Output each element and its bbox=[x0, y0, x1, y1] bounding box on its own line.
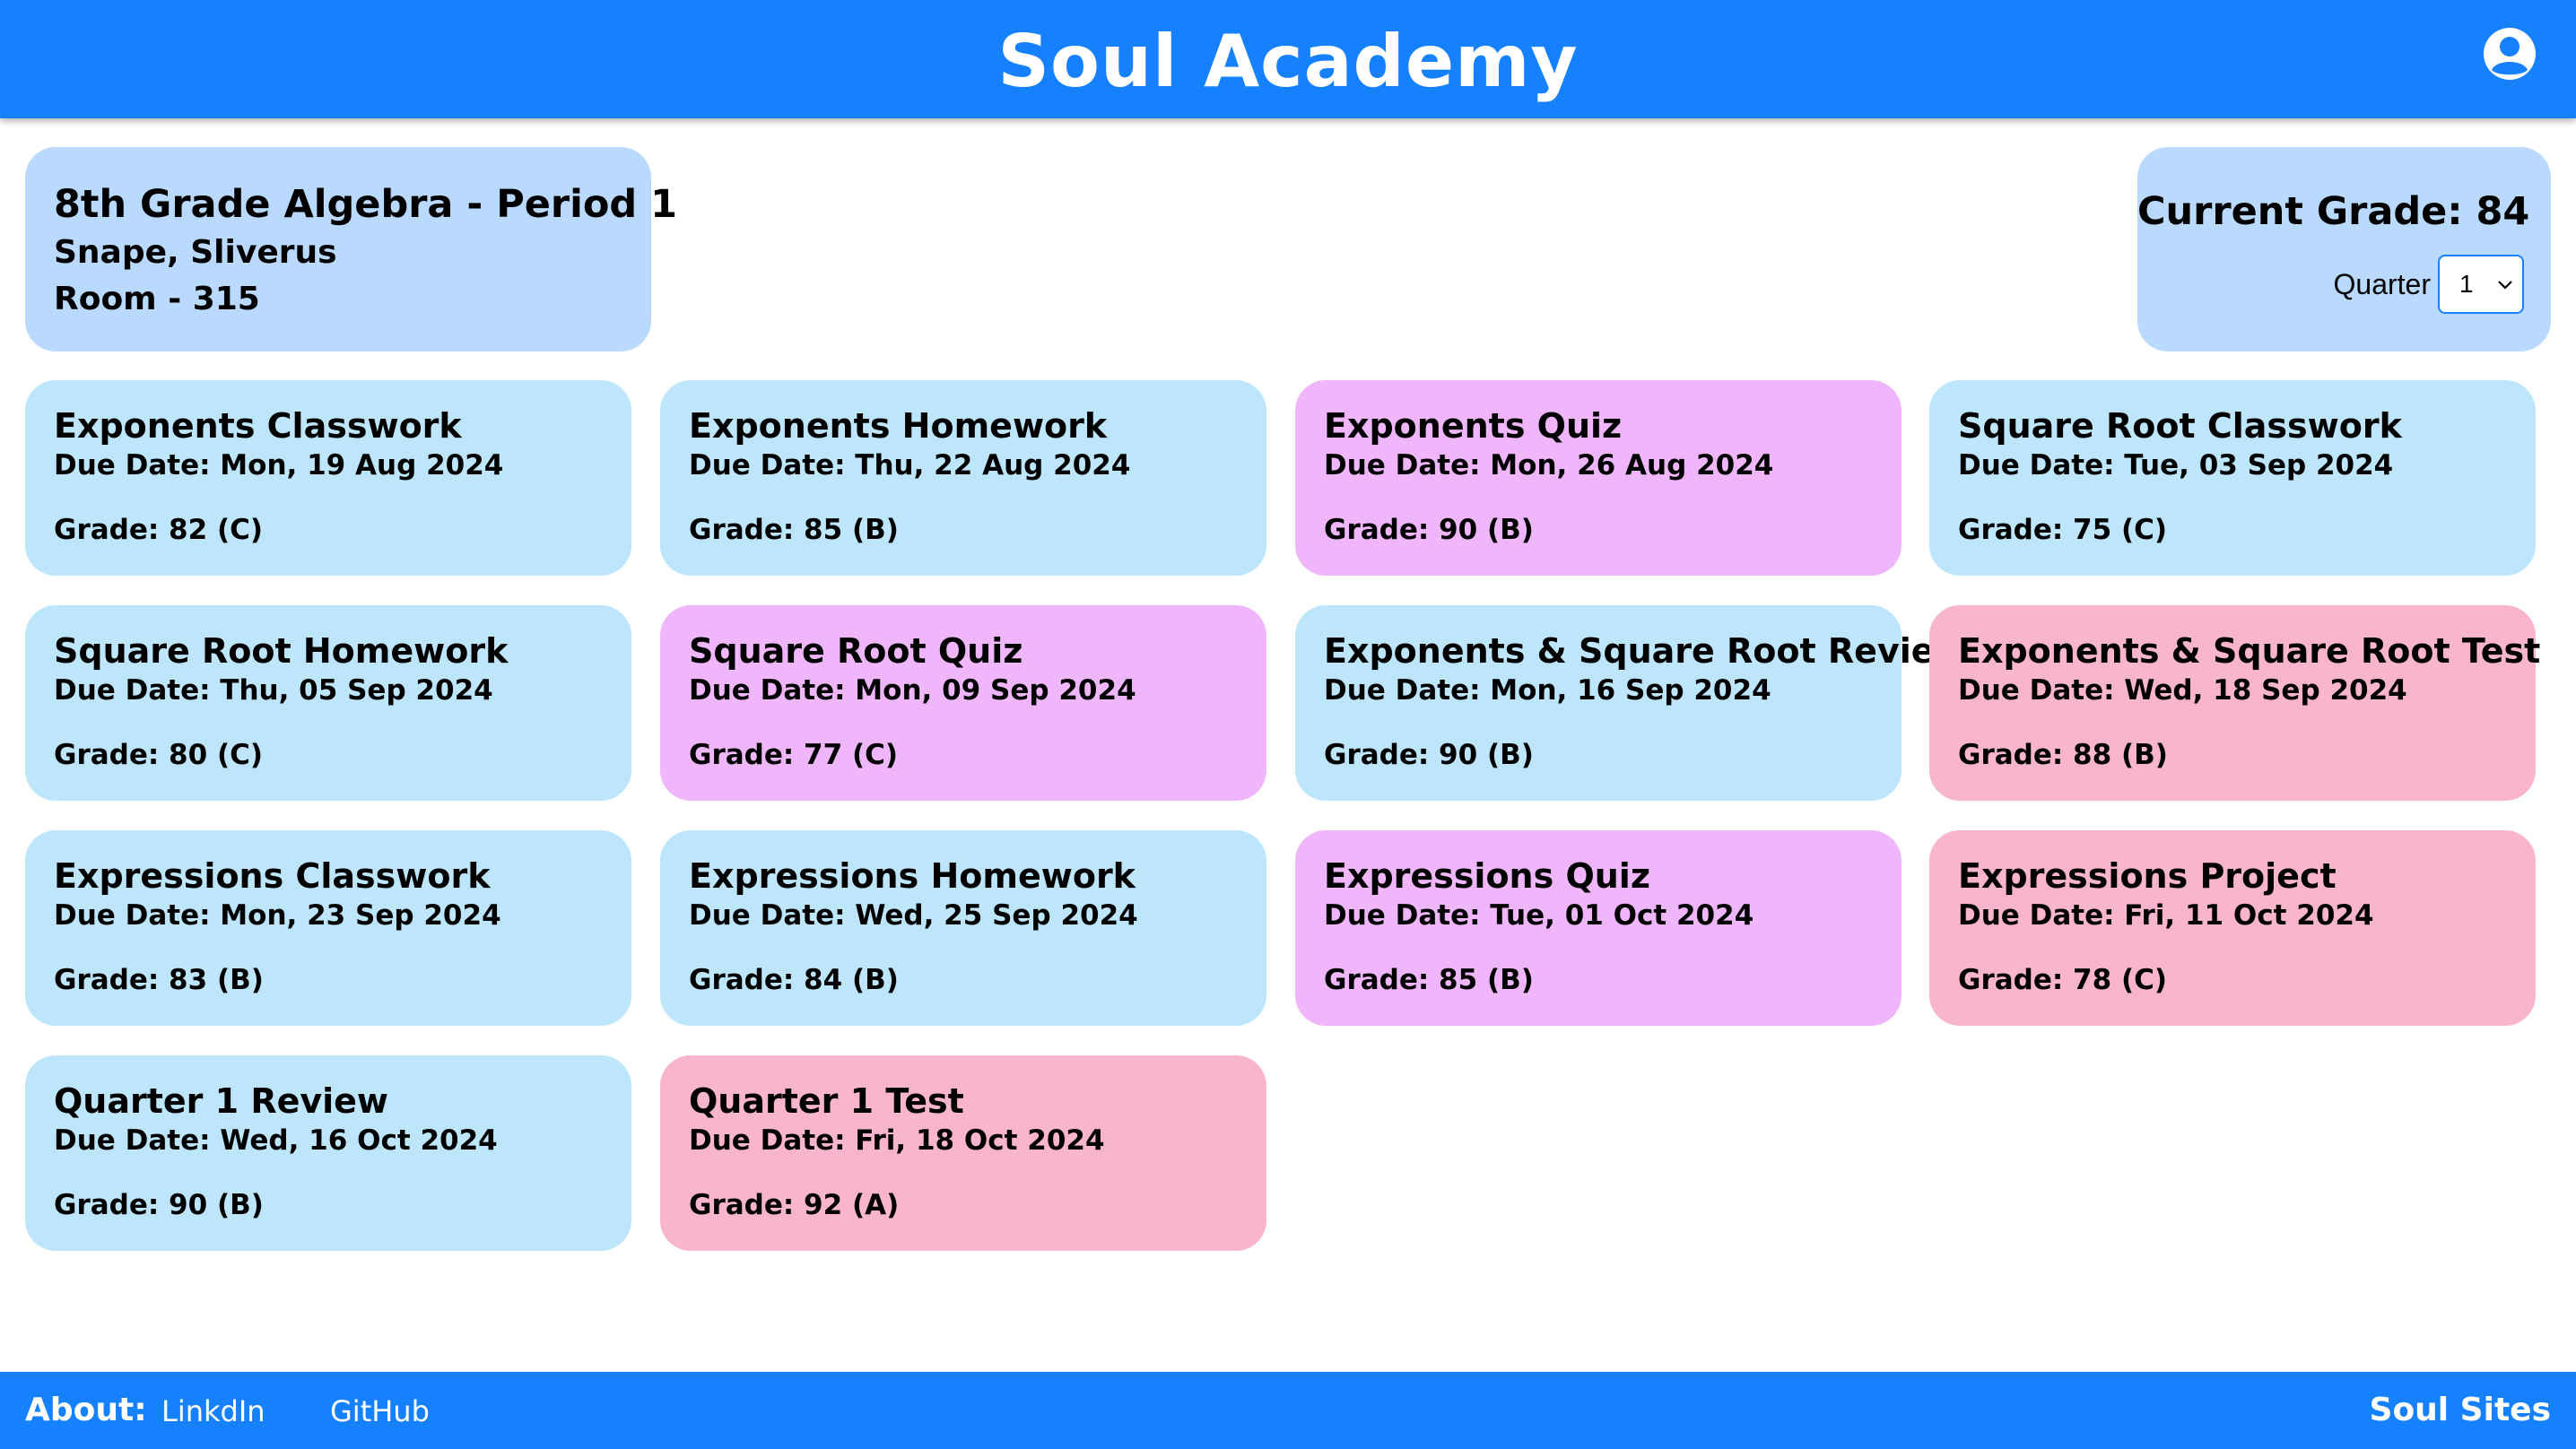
assignment-grade: Grade: 88 (B) bbox=[1958, 739, 2168, 771]
class-info-card: 8th Grade Algebra - Period 1 Snape, Sliv… bbox=[25, 147, 678, 351]
assignment-title: Expressions Project bbox=[1958, 856, 2337, 896]
chevron-down-icon bbox=[2498, 281, 2512, 290]
footer-brand: Soul Sites bbox=[2369, 1392, 2551, 1428]
assignment-due-date: Due Date: Wed, 25 Sep 2024 bbox=[689, 899, 1138, 932]
assignment-title: Exponents Classwork bbox=[54, 406, 462, 446]
assignment-grade: Grade: 84 (B) bbox=[689, 964, 899, 996]
assignment-card[interactable]: Expressions Project Due Date: Fri, 11 Oct… bbox=[1929, 830, 2536, 1026]
assignment-due-date: Due Date: Wed, 16 Oct 2024 bbox=[54, 1124, 498, 1157]
assignment-due-date: Due Date: Thu, 22 Aug 2024 bbox=[689, 449, 1131, 482]
assignment-grade: Grade: 90 (B) bbox=[1324, 739, 1534, 771]
assignment-grade: Grade: 90 (B) bbox=[1324, 514, 1534, 546]
assignment-title: Exponents & Square Root Review bbox=[1324, 631, 1966, 671]
class-title: 8th Grade Algebra - Period 1 bbox=[54, 182, 678, 227]
assignment-title: Exponents Homework bbox=[689, 406, 1108, 446]
assignment-due-date: Due Date: Thu, 05 Sep 2024 bbox=[54, 674, 493, 707]
assignment-due-date: Due Date: Fri, 11 Oct 2024 bbox=[1958, 899, 2374, 932]
teacher-name: Snape, Sliverus bbox=[54, 234, 337, 271]
assignment-card[interactable]: Expressions Homework Due Date: Wed, 25 Se… bbox=[660, 830, 1266, 1026]
footer: About: LinkdIn GitHub Soul Sites bbox=[0, 1372, 2576, 1449]
assignment-card[interactable]: Expressions Classwork Due Date: Mon, 23 S… bbox=[25, 830, 631, 1026]
quarter-select-value: 1 bbox=[2459, 270, 2474, 298]
assignment-card[interactable]: Exponents Quiz Due Date: Mon, 26 Aug 2024… bbox=[1295, 380, 1902, 576]
assignment-card[interactable]: Exponents Classwork Due Date: Mon, 19 Aug… bbox=[25, 380, 631, 576]
assignment-card[interactable]: Square Root Quiz Due Date: Mon, 09 Sep 20… bbox=[660, 605, 1266, 801]
current-grade-card: Current Grade: 84 Quarter 1 bbox=[2137, 147, 2551, 351]
assignment-card[interactable]: Expressions Quiz Due Date: Tue, 01 Oct 20… bbox=[1295, 830, 1902, 1026]
assignment-title: Square Root Classwork bbox=[1958, 406, 2402, 446]
assignment-grade: Grade: 77 (C) bbox=[689, 739, 899, 771]
github-link[interactable]: GitHub bbox=[330, 1392, 430, 1431]
assignment-due-date: Due Date: Tue, 01 Oct 2024 bbox=[1324, 899, 1754, 932]
assignment-due-date: Due Date: Fri, 18 Oct 2024 bbox=[689, 1124, 1105, 1157]
assignment-grade: Grade: 80 (C) bbox=[54, 739, 264, 771]
assignment-card[interactable]: Exponents & Square Root Review Due Date: … bbox=[1295, 605, 1966, 801]
assignment-title: Expressions Homework bbox=[689, 856, 1136, 896]
assignment-title: Exponents Quiz bbox=[1324, 406, 1623, 446]
assignment-card[interactable]: Square Root Classwork Due Date: Tue, 03 S… bbox=[1929, 380, 2536, 576]
assignment-card[interactable]: Quarter 1 Review Due Date: Wed, 16 Oct 20… bbox=[25, 1055, 631, 1251]
assignment-title: Exponents & Square Root Test bbox=[1958, 631, 2541, 671]
assignment-title: Square Root Quiz bbox=[689, 631, 1023, 671]
assignment-title: Expressions Classwork bbox=[54, 856, 491, 896]
top-header: Soul Academy bbox=[0, 0, 2576, 118]
assignment-title: Quarter 1 Review bbox=[54, 1081, 389, 1121]
assignment-grade: Grade: 75 (C) bbox=[1958, 514, 2168, 546]
assignment-due-date: Due Date: Mon, 26 Aug 2024 bbox=[1324, 449, 1774, 482]
assignment-grade: Grade: 92 (A) bbox=[689, 1189, 900, 1221]
assignment-due-date: Due Date: Wed, 18 Sep 2024 bbox=[1958, 674, 2407, 707]
footer-about-label: About: bbox=[25, 1392, 147, 1428]
assignment-grade: Grade: 78 (C) bbox=[1958, 964, 2168, 996]
assignment-card[interactable]: Exponents & Square Root Test Due Date: We… bbox=[1929, 605, 2541, 801]
assignment-grade: Grade: 90 (B) bbox=[54, 1189, 264, 1221]
assignment-card[interactable]: Quarter 1 Test Due Date: Fri, 18 Oct 2024… bbox=[660, 1055, 1266, 1251]
current-grade: Current Grade: 84 bbox=[2137, 189, 2530, 234]
assignment-card[interactable]: Square Root Homework Due Date: Thu, 05 Se… bbox=[25, 605, 631, 801]
assignment-due-date: Due Date: Mon, 19 Aug 2024 bbox=[54, 449, 504, 482]
quarter-select[interactable]: 1 bbox=[2438, 255, 2524, 314]
assignment-grade: Grade: 82 (C) bbox=[54, 514, 264, 546]
assignment-title: Expressions Quiz bbox=[1324, 856, 1650, 896]
assignment-title: Quarter 1 Test bbox=[689, 1081, 964, 1121]
site-title: Soul Academy bbox=[997, 20, 1579, 103]
account-circle-icon[interactable] bbox=[2481, 25, 2538, 82]
room-number: Room - 315 bbox=[54, 281, 260, 317]
assignment-due-date: Due Date: Tue, 03 Sep 2024 bbox=[1958, 449, 2394, 482]
assignment-grade: Grade: 83 (B) bbox=[54, 964, 264, 996]
assignment-due-date: Due Date: Mon, 16 Sep 2024 bbox=[1324, 674, 1771, 707]
linkedin-link[interactable]: LinkdIn bbox=[161, 1392, 265, 1431]
quarter-label: Quarter bbox=[2333, 267, 2431, 300]
assignment-due-date: Due Date: Mon, 09 Sep 2024 bbox=[689, 674, 1136, 707]
assignment-grade: Grade: 85 (B) bbox=[1324, 964, 1534, 996]
assignment-due-date: Due Date: Mon, 23 Sep 2024 bbox=[54, 899, 501, 932]
assignment-grade: Grade: 85 (B) bbox=[689, 514, 899, 546]
assignment-card[interactable]: Exponents Homework Due Date: Thu, 22 Aug … bbox=[660, 380, 1266, 576]
quarter-selector-row: Quarter 1 bbox=[2137, 255, 2524, 314]
assignment-title: Square Root Homework bbox=[54, 631, 509, 671]
